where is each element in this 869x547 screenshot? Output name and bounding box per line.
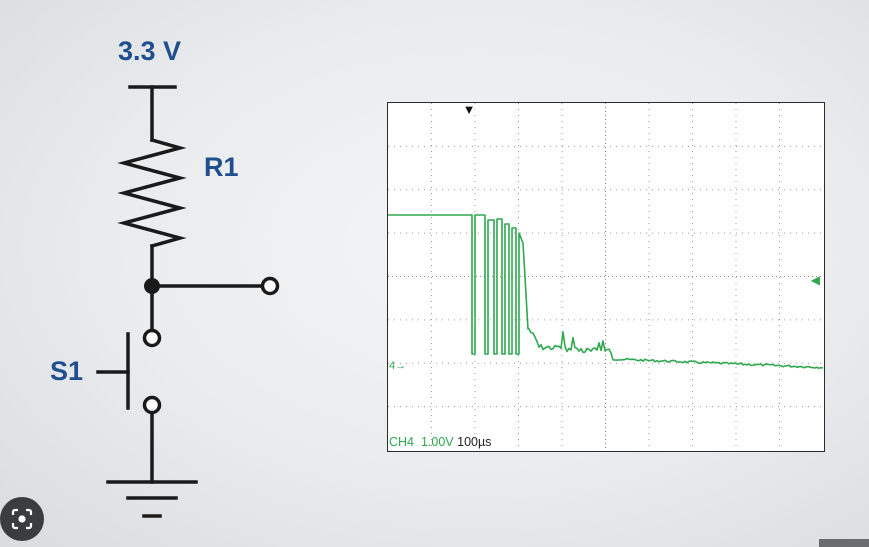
- visual-search-icon: [11, 508, 33, 530]
- resistor-zigzag: [117, 137, 187, 249]
- trigger-position-marker: ▼: [463, 103, 476, 117]
- volts-per-division: 1.00V: [420, 435, 454, 449]
- trigger-level-marker: ◀: [811, 273, 821, 287]
- scope-center-axes: [388, 103, 823, 450]
- junction-dot: [144, 278, 160, 294]
- output-terminal: [260, 276, 280, 296]
- oscilloscope-plot: ▼ ◀ 4→: [388, 103, 823, 450]
- switch-terminal-top: [142, 328, 162, 348]
- corner-tab: [819, 539, 869, 547]
- channel-name: CH4: [389, 435, 415, 449]
- visual-search-button[interactable]: [0, 497, 44, 541]
- time-per-division: 100µs: [457, 435, 492, 449]
- oscilloscope-screen: ▼ ◀ 4→ CH4 1.00V 100µs: [387, 102, 825, 452]
- switch-terminal-bottom: [142, 395, 162, 415]
- scope-readout: CH4 1.00V 100µs: [389, 435, 491, 449]
- channel-ground-marker: 4→: [389, 360, 406, 372]
